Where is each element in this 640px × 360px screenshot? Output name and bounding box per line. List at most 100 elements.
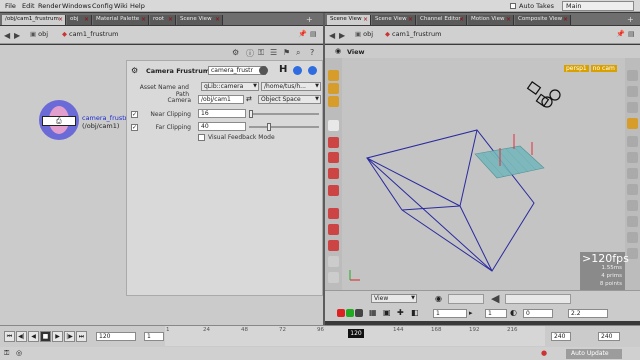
near-clipping-knob[interactable]	[249, 110, 253, 118]
eye-icon[interactable]: ◉	[435, 294, 442, 303]
guide-icon[interactable]	[627, 232, 638, 243]
pointer-icon[interactable]	[328, 120, 339, 131]
color-swatch-green[interactable]	[346, 309, 354, 317]
far-clipping-knob[interactable]	[267, 123, 271, 131]
far-clipping-slider[interactable]	[249, 126, 319, 128]
close-icon[interactable]: ×	[459, 15, 464, 24]
left-arrow-icon[interactable]: ◀	[491, 292, 499, 305]
space-select[interactable]: Object Space ▼	[258, 95, 321, 104]
end-frame-field[interactable]: 240	[551, 332, 571, 341]
color-swatch-red[interactable]	[337, 309, 345, 317]
tab-material-palette[interactable]: Material Palette ×	[93, 15, 149, 25]
help-icon[interactable]: ?	[310, 48, 314, 57]
tab-composite-view[interactable]: Composite View ×	[515, 15, 571, 25]
record-icon[interactable]: ●	[541, 349, 547, 357]
auto-update-button[interactable]: Auto Update	[566, 349, 622, 359]
visual-feedback-checkbox[interactable]	[198, 134, 205, 141]
display-options-icon[interactable]	[627, 86, 638, 97]
lock-icon[interactable]: ⚿	[258, 48, 264, 58]
playhead[interactable]: 120	[348, 329, 364, 338]
close-icon[interactable]: ×	[408, 15, 413, 24]
forward-arrow-icon[interactable]: ▶	[14, 31, 20, 40]
menu-file[interactable]: File	[5, 2, 16, 10]
add-tab-icon[interactable]: +	[627, 15, 634, 24]
tab-scene-view[interactable]: Scene View ×	[327, 15, 371, 25]
search-icon[interactable]: ⌕	[296, 48, 300, 58]
start-frame-field[interactable]: 1	[144, 332, 164, 341]
end-frame-field-2[interactable]: 240	[598, 332, 620, 341]
play-reverse-icon[interactable]: ◀	[28, 331, 39, 342]
tab-channel-editor[interactable]: Channel Editor ×	[417, 15, 467, 25]
tab-motion-view[interactable]: Motion View ×	[468, 15, 514, 25]
wireframe-icon[interactable]	[627, 152, 638, 163]
contrast-icon[interactable]: ◐	[510, 308, 517, 317]
normals-icon[interactable]	[627, 184, 638, 195]
back-arrow-icon[interactable]: ◀	[329, 31, 335, 40]
path-obj[interactable]: ▣ obj	[355, 30, 373, 38]
path-node[interactable]: ◆ cam1_frustrum	[385, 30, 441, 38]
shading-icon[interactable]	[627, 136, 638, 147]
close-icon[interactable]: ×	[506, 15, 511, 24]
lock-camera-icon[interactable]	[627, 70, 638, 81]
key-icon[interactable]: ⚿	[4, 349, 9, 358]
node-name-field[interactable]: camera_frustr	[208, 66, 266, 75]
template-icon[interactable]	[627, 200, 638, 211]
auto-takes-checkbox[interactable]	[510, 3, 516, 9]
path-obj[interactable]: ▣ obj	[30, 30, 48, 38]
close-icon[interactable]: ×	[563, 15, 568, 24]
current-frame-field[interactable]: 120	[96, 332, 136, 341]
view-menu[interactable]: View ▼	[371, 294, 417, 303]
handle-tool-icon[interactable]	[328, 83, 339, 94]
grid-snap-icon[interactable]	[328, 168, 339, 179]
snap-toggle-icon[interactable]: ✚	[397, 308, 404, 317]
near-clipping-slider[interactable]	[249, 113, 319, 115]
light-icon[interactable]	[627, 118, 638, 129]
info-icon[interactable]	[293, 66, 302, 75]
frame-icon[interactable]: ◧	[411, 308, 419, 317]
ghost-icon[interactable]	[627, 102, 638, 113]
bottom-field-2[interactable]: 1	[485, 309, 507, 318]
h-icon[interactable]: H	[279, 64, 287, 75]
stop-icon[interactable]: ■	[40, 331, 51, 342]
tab-cam1-frustrum[interactable]: /obj/cam1_frustrum ×	[2, 15, 66, 25]
fast-forward-icon[interactable]: ⏭	[76, 331, 87, 342]
ortho-icon[interactable]: ▣	[383, 308, 391, 317]
path-node[interactable]: ◆ cam1_frustrum	[62, 30, 118, 38]
menu-wiki[interactable]: Wiki	[114, 2, 128, 10]
info-icon[interactable]: ⓘ	[246, 48, 254, 59]
bottom-field-3[interactable]: 0	[523, 309, 553, 318]
desktop-select[interactable]: Main	[562, 1, 634, 11]
play-icon[interactable]: ▶	[52, 331, 63, 342]
tab-root[interactable]: root ×	[150, 15, 176, 25]
asset-name-select[interactable]: qLib::camera ▼	[201, 82, 259, 91]
help-icon[interactable]	[308, 66, 317, 75]
auto-takes-toggle[interactable]: Auto Takes	[510, 2, 554, 10]
magnet-icon[interactable]	[328, 152, 339, 163]
camera-node[interactable]: ⎙	[39, 100, 79, 140]
camera-menu[interactable]: persp1 no cam	[564, 65, 617, 72]
camera-tool-icon[interactable]	[328, 272, 339, 283]
snap-icon[interactable]	[328, 137, 339, 148]
close-icon[interactable]: ×	[84, 15, 89, 24]
forward-arrow-icon[interactable]: ▶	[339, 31, 345, 40]
link-icon[interactable]: ▤	[310, 30, 317, 38]
menu-config[interactable]: Config	[92, 2, 113, 10]
menu-windows[interactable]: Windows	[62, 2, 91, 10]
point-snap-icon[interactable]	[328, 185, 339, 196]
pin-icon[interactable]: 📌	[616, 30, 625, 38]
select-tool-icon[interactable]	[328, 70, 339, 81]
translate-icon[interactable]	[328, 240, 339, 251]
gamma-field[interactable]: 2.2	[568, 309, 608, 318]
back-arrow-icon[interactable]: ◀	[4, 31, 10, 40]
arrow-right-icon[interactable]: ▸	[469, 309, 473, 317]
rotate-icon[interactable]	[328, 224, 339, 235]
display-field[interactable]	[448, 294, 484, 304]
menu-edit[interactable]: Edit	[22, 2, 35, 10]
pin-icon[interactable]: 📌	[298, 30, 307, 38]
grid-icon[interactable]: ▦	[369, 308, 377, 317]
close-icon[interactable]: ×	[141, 15, 146, 24]
far-clipping-field[interactable]: 40	[198, 122, 246, 131]
rewind-icon[interactable]: ⏮	[4, 331, 15, 342]
step-forward-icon[interactable]: |▶	[64, 331, 75, 342]
close-icon[interactable]: ×	[363, 15, 368, 24]
